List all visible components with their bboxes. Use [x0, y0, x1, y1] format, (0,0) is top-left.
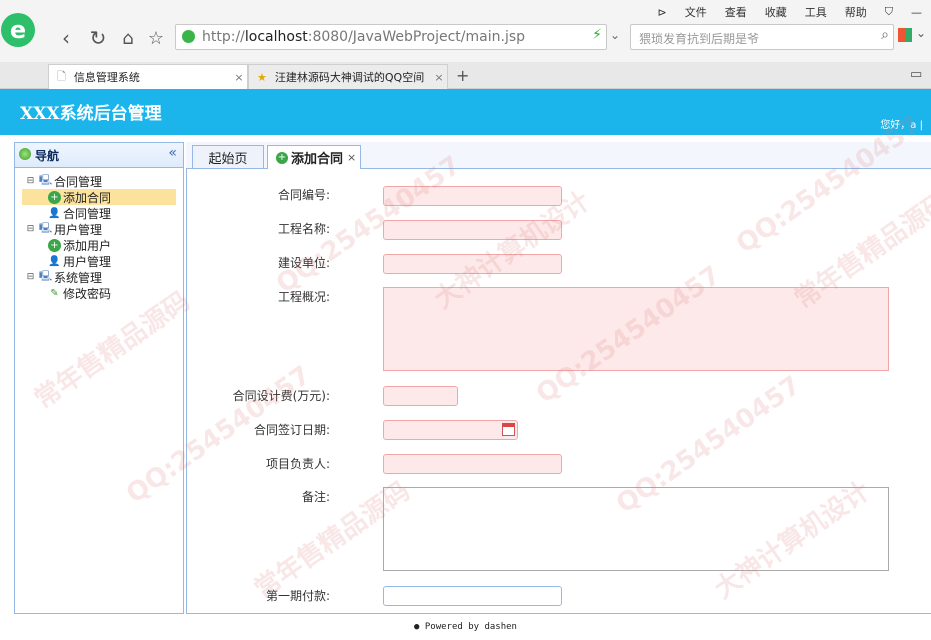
minimize-icon[interactable]: —: [902, 6, 931, 19]
pencil-icon: ✎: [50, 287, 59, 299]
menu-tools[interactable]: 工具: [796, 4, 836, 20]
design-fee-label: 合同设计费(万元):: [232, 389, 330, 403]
contract-no-input[interactable]: [383, 186, 562, 206]
new-tab-icon[interactable]: +: [456, 66, 469, 85]
address-url: http://localhost:8080/JavaWebProject/mai…: [202, 29, 526, 45]
collapse-minus-icon[interactable]: ⊟: [24, 175, 37, 188]
overview-textarea[interactable]: [383, 287, 889, 371]
nav-tree: ⊟ 🖳 合同管理 + 添加合同 👤 合同管理 ⊟ 🖳 用户管理 + 添加用户 👤…: [22, 173, 176, 301]
collapse-minus-icon[interactable]: ⊟: [24, 223, 37, 236]
menu-arrow-icon[interactable]: ⊳: [649, 6, 676, 19]
favorite-star-icon[interactable]: ☆: [144, 26, 168, 50]
refresh-icon[interactable]: ↻: [86, 26, 110, 50]
sign-date-label: 合同签订日期:: [253, 423, 330, 437]
app-title: XXX系统后台管理: [20, 104, 162, 124]
secure-shield-icon: [182, 30, 195, 43]
user-icon: 👤: [48, 255, 61, 267]
lightning-icon[interactable]: ⚡: [592, 27, 602, 43]
tree-item-change-password[interactable]: ✎ 修改密码: [24, 285, 176, 301]
tab-menu-icon[interactable]: ▭: [910, 67, 922, 82]
calendar-icon[interactable]: [502, 423, 515, 436]
skin-icon[interactable]: ⛉: [876, 5, 902, 19]
add-circle-icon: +: [48, 238, 61, 252]
remark-label: 备注:: [301, 490, 330, 504]
sidebar-header: 导航 «: [14, 142, 184, 168]
first-payment-label: 第一期付款:: [265, 589, 330, 603]
computer-icon: 🖳: [38, 174, 53, 186]
back-icon[interactable]: ‹: [54, 26, 78, 50]
menu-favorites[interactable]: 收藏: [756, 4, 796, 20]
manager-input[interactable]: [383, 454, 562, 474]
collapse-icon[interactable]: «: [168, 145, 177, 161]
extension-dropdown-icon[interactable]: ⌄: [916, 26, 926, 40]
project-name-input[interactable]: [383, 220, 562, 240]
star-icon: ★: [257, 70, 267, 84]
manager-label: 项目负责人:: [265, 457, 330, 471]
builder-input[interactable]: [383, 254, 562, 274]
nav-globe-icon: [19, 148, 31, 160]
builder-label: 建设单位:: [277, 256, 330, 270]
overview-label: 工程概况:: [277, 290, 330, 304]
browser-logo-icon: e: [0, 4, 40, 52]
remark-textarea[interactable]: [383, 487, 889, 571]
first-payment-input[interactable]: [383, 586, 562, 606]
tab-home[interactable]: 起始页: [192, 145, 264, 168]
tree-node-system[interactable]: ⊟ 🖳 系统管理: [24, 269, 176, 285]
footer-bullet-icon: ●: [414, 622, 420, 632]
add-circle-icon: +: [48, 190, 61, 204]
home-icon[interactable]: ⌂: [116, 26, 140, 50]
page-footer: ● Powered by dashen: [414, 622, 517, 632]
menu-help[interactable]: 帮助: [836, 4, 876, 20]
computer-icon: 🖳: [38, 270, 53, 282]
search-input[interactable]: 猥琐发育抗到后期是爷 ⌕: [630, 24, 894, 50]
user-icon: 👤: [48, 207, 61, 219]
tree-item-manage-user[interactable]: 👤 用户管理: [24, 253, 176, 269]
user-greeting: 您好，a |: [880, 120, 923, 131]
close-tab-icon[interactable]: ×: [431, 71, 447, 84]
extension-icon[interactable]: [898, 28, 912, 42]
contract-no-label: 合同编号:: [277, 188, 330, 202]
address-bar[interactable]: http://localhost:8080/JavaWebProject/mai…: [175, 24, 607, 50]
tree-item-add-contract[interactable]: + 添加合同: [22, 189, 176, 205]
search-icon[interactable]: ⌕: [881, 27, 889, 43]
svg-text:e: e: [10, 16, 26, 44]
tab-add-contract[interactable]: + 添加合同 ×: [267, 145, 361, 169]
computer-icon: 🖳: [38, 222, 53, 234]
tree-node-user[interactable]: ⊟ 🖳 用户管理: [24, 221, 176, 237]
address-dropdown-icon[interactable]: ⌄: [610, 28, 620, 42]
project-name-label: 工程名称:: [277, 222, 330, 236]
tree-item-add-user[interactable]: + 添加用户: [24, 237, 176, 253]
browser-menu: ⊳ 文件 查看 收藏 工具 帮助 ⛉ —: [649, 4, 931, 20]
menu-view[interactable]: 查看: [716, 4, 756, 20]
tree-item-manage-contract[interactable]: 👤 合同管理: [24, 205, 176, 221]
browser-tab-active[interactable]: 🗋 信息管理系统 ×: [48, 64, 248, 89]
page-icon: 🗋: [57, 69, 66, 83]
design-fee-input[interactable]: [383, 386, 458, 406]
menu-file[interactable]: 文件: [676, 4, 716, 20]
close-tab-icon[interactable]: ×: [231, 71, 247, 84]
sign-date-input[interactable]: [383, 420, 518, 440]
close-tab-icon[interactable]: ×: [347, 151, 356, 164]
tree-node-contract[interactable]: ⊟ 🖳 合同管理: [24, 173, 176, 189]
add-circle-icon: +: [276, 151, 288, 164]
collapse-minus-icon[interactable]: ⊟: [24, 271, 37, 284]
browser-tab[interactable]: ★ 汪建林源码大神调试的QQ空间 ×: [248, 64, 448, 89]
